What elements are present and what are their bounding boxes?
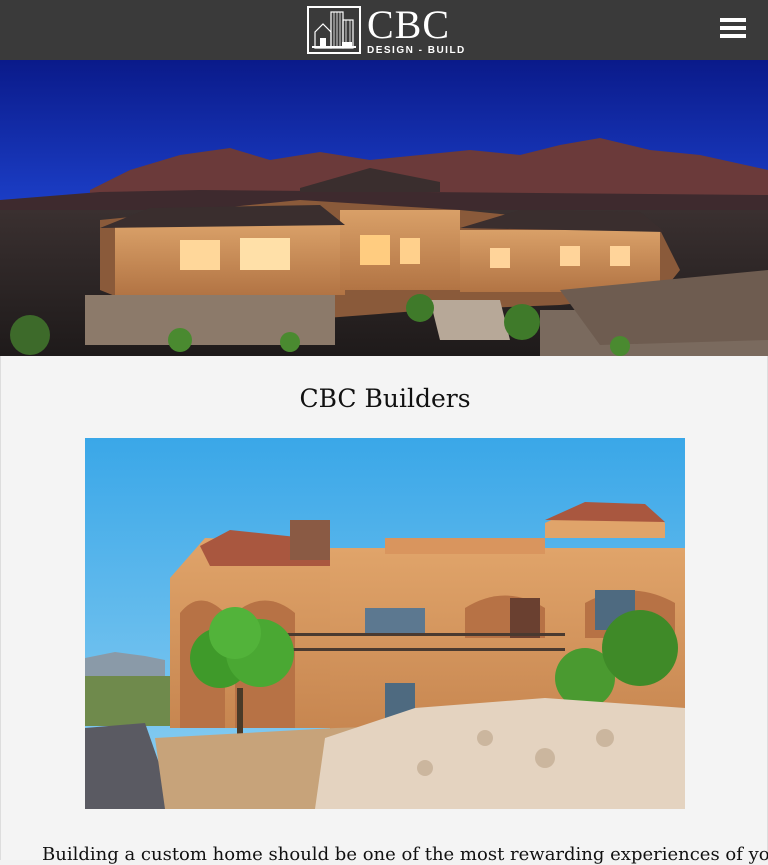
intro-paragraph: Building a custom home should be one of … [42, 844, 768, 865]
hero-image [0, 60, 768, 356]
building-logo-icon [307, 6, 361, 54]
logo-tagline: DESIGN - BUILD [367, 44, 466, 56]
cbc-logo[interactable]: CBC DESIGN - BUILD [307, 1, 467, 56]
main-content: CBC Builders Building a custom home shou… [0, 356, 768, 865]
logo-wordmark: CBC [367, 1, 451, 47]
feature-photo [85, 438, 685, 809]
hamburger-menu-icon[interactable] [720, 18, 748, 42]
page-title: CBC Builders [299, 384, 471, 413]
site-header: CBC DESIGN - BUILD [0, 0, 768, 60]
